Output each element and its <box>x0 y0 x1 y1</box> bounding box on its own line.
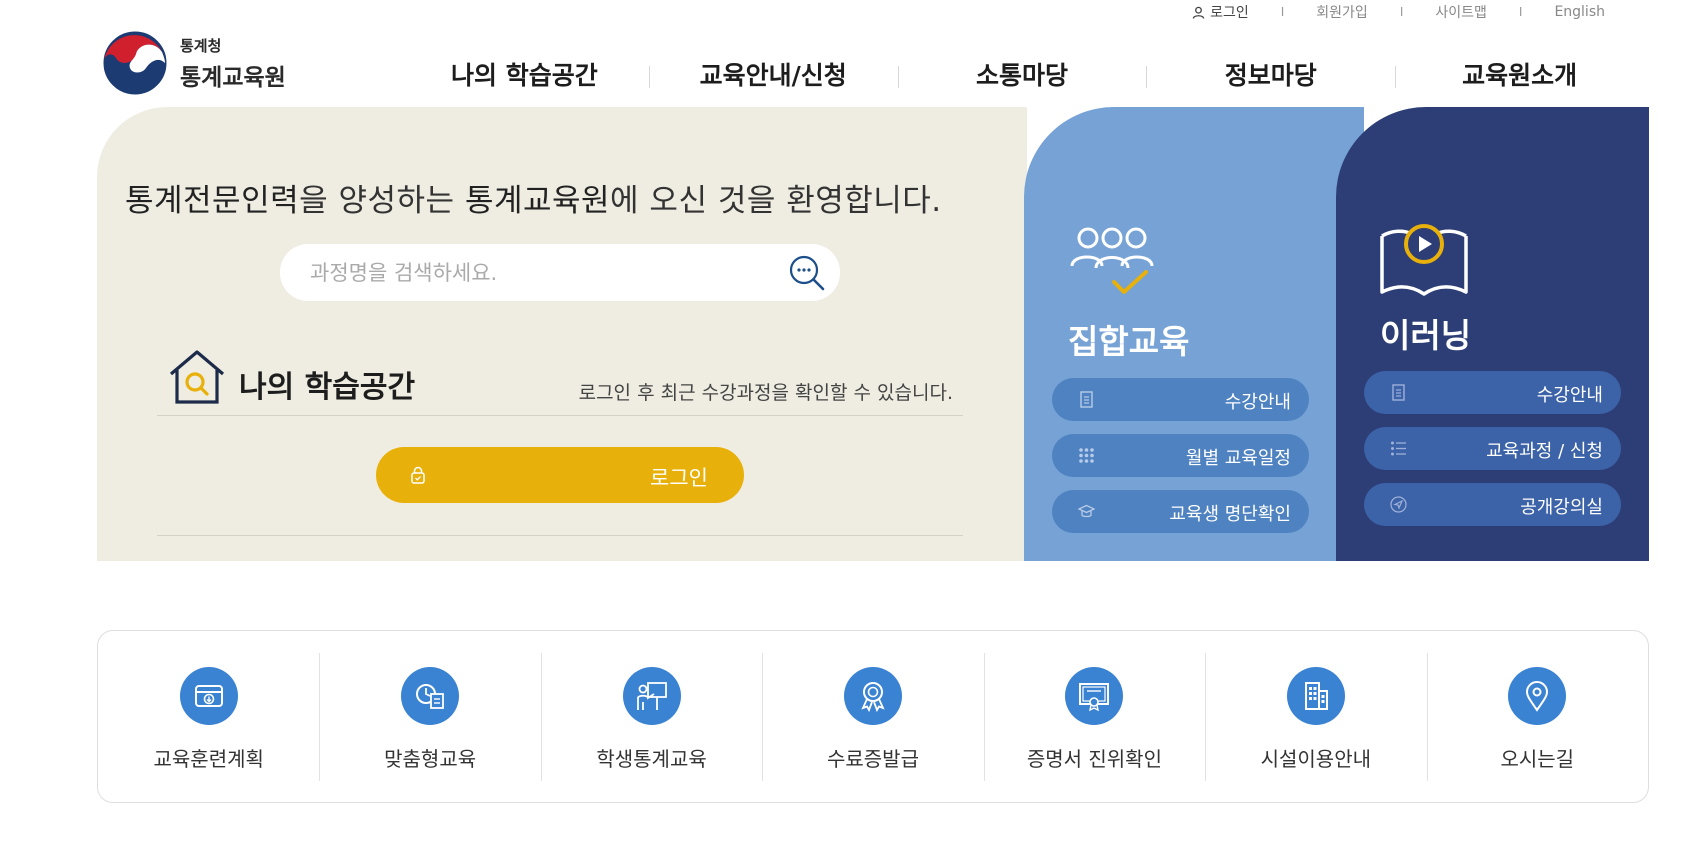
login-button[interactable]: 로그인 <box>376 447 744 503</box>
quick-icon-circle <box>1508 667 1567 725</box>
welcome-part: 을 양성하는 <box>299 183 465 219</box>
group-enroll-guide-button[interactable]: 수강안내 <box>1052 378 1309 421</box>
elearning-button-label: 공개강의실 <box>1520 497 1603 518</box>
document-icon <box>1080 391 1093 408</box>
nav-information[interactable]: 정보마당 <box>1146 56 1395 96</box>
elearning-button-label: 교육과정 / 신청 <box>1486 441 1603 462</box>
my-learning-desc: 로그인 후 최근 수강과정을 확인할 수 있습니다. <box>578 382 953 404</box>
course-search-box <box>280 244 840 301</box>
quick-label: 증명서 진위확인 <box>1026 747 1162 771</box>
send-icon <box>1390 496 1407 513</box>
quick-icon-circle <box>401 667 460 725</box>
group-button-label: 수강안내 <box>1224 392 1291 413</box>
quick-certificate-issue[interactable]: 수료증발급 <box>762 631 983 802</box>
utility-bar: 로그인 I 회원가입 I 사이트맵 I English <box>1160 2 1637 22</box>
elearning-button-label: 수강안내 <box>1536 385 1603 406</box>
quick-icon-circle <box>622 667 681 725</box>
building-icon <box>1304 682 1328 710</box>
quick-icon-circle <box>1286 667 1345 725</box>
search-icon[interactable] <box>788 254 826 292</box>
logo-small-text: 통계청 <box>180 36 222 55</box>
teacher-board-icon <box>636 682 667 710</box>
welcome-part: 에 오신 것을 환영합니다. <box>610 183 942 219</box>
nav-communication[interactable]: 소통마당 <box>897 56 1147 96</box>
user-icon <box>1192 6 1205 19</box>
quick-label: 오시는길 <box>1500 747 1575 771</box>
main-navigation: 나의 학습공간 교육안내/신청 소통마당 정보마당 교육원소개 <box>400 56 1644 96</box>
group-education-panel: 집합교육 수강안내 월별 교육일정 교육생 명단확인 <box>1024 107 1364 561</box>
location-pin-icon <box>1526 681 1549 712</box>
my-learning-header: 나의 학습공간 로그인 후 최근 수강과정을 확인할 수 있습니다. <box>157 344 963 416</box>
quick-icon-circle <box>843 667 902 725</box>
list-icon <box>1391 441 1406 456</box>
nav-education-guide[interactable]: 교육안내/신청 <box>648 56 898 96</box>
quick-facility-guide[interactable]: 시설이용안내 <box>1205 631 1426 802</box>
nav-about[interactable]: 교육원소개 <box>1395 56 1644 96</box>
quick-certificate-verify[interactable]: 증명서 진위확인 <box>983 631 1205 802</box>
group-button-label: 교육생 명단확인 <box>1169 504 1291 525</box>
quick-label: 맞춤형교육 <box>384 747 477 771</box>
util-login-label: 로그인 <box>1210 5 1249 21</box>
welcome-part: 통계전문인력 <box>125 183 300 219</box>
divider <box>157 535 963 536</box>
welcome-part: 통계교육원 <box>464 183 611 219</box>
elearning-course-apply-button[interactable]: 교육과정 / 신청 <box>1364 427 1621 470</box>
quick-icon-circle <box>1065 667 1124 725</box>
elearning-open-lecture-button[interactable]: 공개강의실 <box>1364 483 1621 526</box>
quick-label: 수료증발급 <box>826 747 919 771</box>
group-education-title: 집합교육 <box>1068 322 1190 361</box>
house-search-icon <box>169 350 225 404</box>
util-login-link[interactable]: 로그인 <box>1160 2 1281 22</box>
quick-menu: 교육훈련계획 맞춤형교육 학생통계교육 수료증발급 증명서 진위확인 시설이용안… <box>97 630 1649 803</box>
elearning-enroll-guide-button[interactable]: 수강안내 <box>1364 371 1621 414</box>
quick-label: 교육훈련계획 <box>153 747 264 771</box>
clock-document-icon <box>416 684 445 709</box>
quick-label: 시설이용안내 <box>1260 747 1372 771</box>
util-sitemap-link[interactable]: 사이트맵 <box>1403 2 1519 22</box>
quick-training-plan[interactable]: 교육훈련계획 <box>98 631 319 802</box>
welcome-heading: 통계전문인력을 양성하는 통계교육원에 오신 것을 환영합니다. <box>125 175 942 220</box>
quick-label: 학생통계교육 <box>596 747 707 771</box>
taegeuk-emblem-icon <box>102 30 168 96</box>
elearning-panel: 이러닝 수강안내 교육과정 / 신청 공개강의실 <box>1336 107 1649 561</box>
people-check-icon <box>1070 227 1154 294</box>
util-join-link[interactable]: 회원가입 <box>1284 2 1400 22</box>
document-icon <box>1392 384 1405 401</box>
elearning-title: 이러닝 <box>1380 316 1472 355</box>
certificate-icon <box>1079 683 1110 712</box>
quick-directions[interactable]: 오시는길 <box>1426 631 1648 802</box>
logo-big-text: 통계교육원 <box>180 64 286 91</box>
group-button-label: 월별 교육일정 <box>1185 448 1291 469</box>
calendar-download-icon <box>194 685 223 707</box>
my-learning-title: 나의 학습공간 <box>239 370 416 405</box>
book-play-icon <box>1380 224 1468 296</box>
course-search-input[interactable] <box>310 244 750 301</box>
login-button-label: 로그인 <box>650 466 708 490</box>
grid-dots-icon <box>1079 448 1094 463</box>
group-monthly-schedule-button[interactable]: 월별 교육일정 <box>1052 434 1309 477</box>
group-student-list-button[interactable]: 교육생 명단확인 <box>1052 490 1309 533</box>
site-logo[interactable]: 통계청 통계교육원 <box>102 30 286 96</box>
award-ribbon-icon <box>861 682 885 712</box>
quick-custom-education[interactable]: 맞춤형교육 <box>319 631 540 802</box>
lock-icon <box>411 466 425 484</box>
quick-student-stats[interactable]: 학생통계교육 <box>540 631 762 802</box>
util-english-link[interactable]: English <box>1522 4 1637 20</box>
nav-my-learning[interactable]: 나의 학습공간 <box>400 56 649 96</box>
quick-icon-circle <box>179 667 238 725</box>
graduation-cap-icon <box>1078 504 1095 518</box>
